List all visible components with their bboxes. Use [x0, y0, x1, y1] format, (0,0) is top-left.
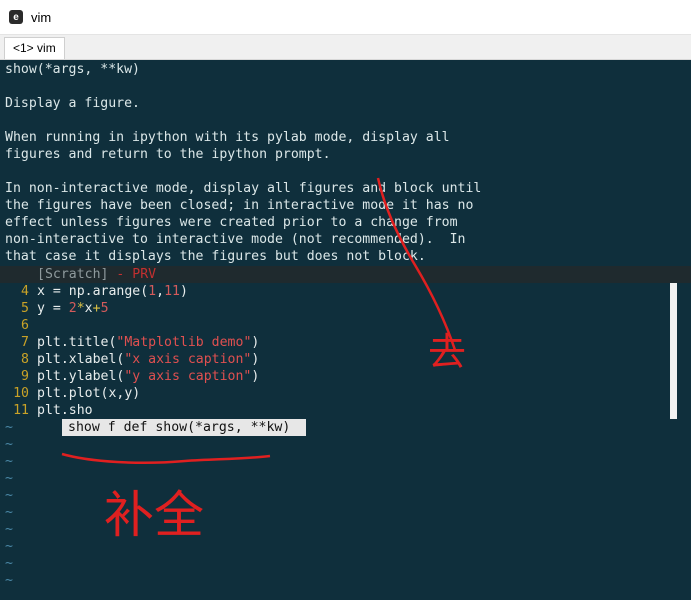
window-title: vim — [31, 9, 52, 25]
annotation-label-bottom: 补全 — [104, 486, 204, 544]
tab-vim[interactable]: <1> vim — [4, 37, 65, 59]
annotation-overlay: 去 补全 — [61, 177, 466, 544]
annotation-underline — [61, 452, 271, 464]
terminal-area[interactable]: show(*args, **kw) Display a figure. When… — [0, 60, 691, 600]
vim-app-icon: e — [9, 10, 23, 24]
annotation-label-top: 去 — [428, 330, 466, 374]
window-titlebar: e vim — [0, 0, 691, 35]
annotation-arrow-stroke — [376, 177, 457, 351]
tab-bar: <1> vim — [0, 35, 691, 60]
